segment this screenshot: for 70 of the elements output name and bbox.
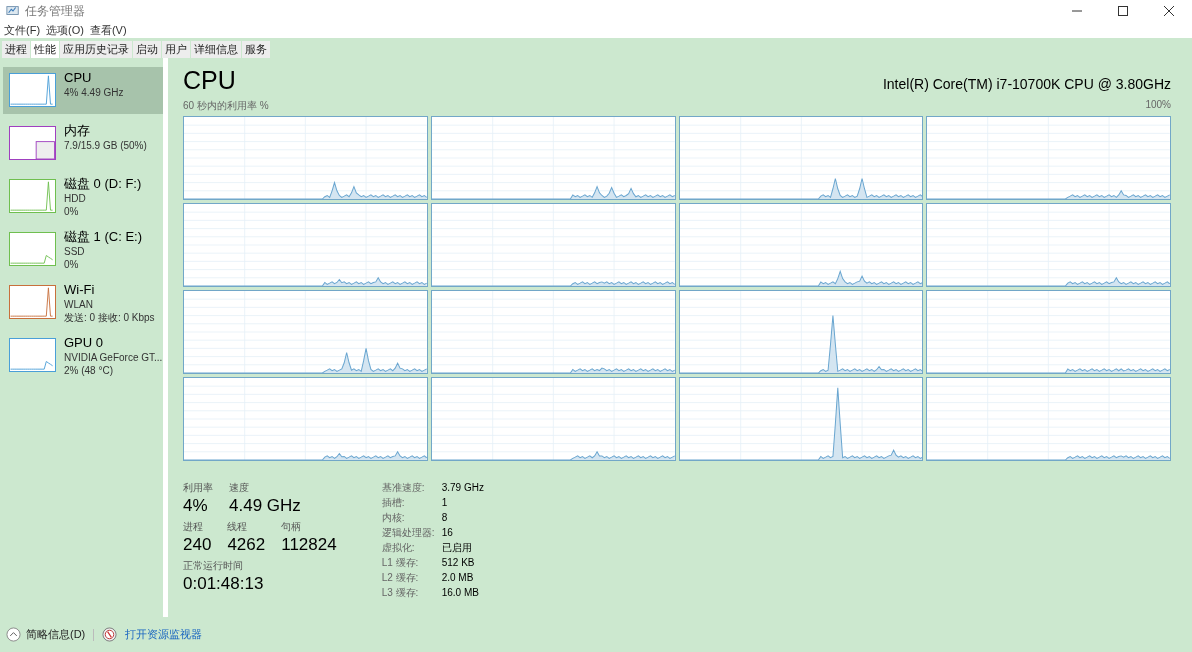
stat-label: 线程 bbox=[227, 520, 249, 534]
tab[interactable]: 进程 bbox=[2, 41, 30, 58]
menu-item[interactable]: 查看(V) bbox=[89, 22, 127, 38]
spec-label: 内核: bbox=[381, 511, 406, 525]
device-detail: 发送: 0 接收: 0 Kbps bbox=[64, 311, 155, 324]
spec-value: 16.0 MB bbox=[441, 586, 480, 600]
tab[interactable]: 用户 bbox=[162, 41, 190, 58]
stat-value: 4.49 GHz bbox=[229, 495, 301, 516]
spec-label: 插槽: bbox=[381, 496, 406, 510]
sidebar-item[interactable]: CPU 4% 4.49 GHz bbox=[3, 67, 163, 114]
device-detail: SSD bbox=[64, 245, 86, 258]
device-detail: 2% (48 °C) bbox=[64, 364, 114, 377]
device-detail: 0% bbox=[64, 205, 80, 218]
spec-value: 3.79 GHz bbox=[441, 481, 484, 495]
stat-label: 利用率 bbox=[183, 481, 213, 495]
spec-label: 逻辑处理器: bbox=[381, 526, 436, 540]
cpu-model: Intel(R) Core(TM) i7-10700K CPU @ 3.80GHz bbox=[882, 76, 1171, 92]
menu-item[interactable]: 选项(O) bbox=[46, 22, 84, 38]
stat-value: 4262 bbox=[227, 534, 266, 555]
device-name: GPU 0 bbox=[64, 335, 104, 351]
resource-monitor-icon bbox=[102, 627, 118, 642]
device-name: CPU bbox=[64, 70, 93, 86]
tab[interactable]: 详细信息 bbox=[191, 41, 241, 58]
stat-label: 句柄 bbox=[281, 520, 303, 534]
sidebar-item[interactable]: 磁盘 1 (C: E:) SSD 0% bbox=[3, 226, 163, 273]
device-name: Wi-Fi bbox=[64, 282, 96, 298]
stat-label: 速度 bbox=[229, 481, 250, 495]
device-detail: WLAN bbox=[64, 298, 94, 311]
spec-label: 基准速度: bbox=[381, 481, 426, 495]
device-detail: 4% 4.49 GHz bbox=[64, 86, 124, 99]
stat-value: 240 bbox=[183, 534, 212, 555]
chart-caption: 60 秒内的利用率 % bbox=[183, 99, 269, 113]
tab[interactable]: 性能 bbox=[31, 41, 59, 58]
device-detail: NVIDIA GeForce GT... bbox=[64, 351, 163, 364]
device-name: 磁盘 1 (C: E:) bbox=[64, 229, 142, 245]
tab[interactable]: 应用历史记录 bbox=[60, 41, 132, 58]
page-title: CPU bbox=[183, 66, 236, 95]
spec-value: 已启用 bbox=[441, 541, 473, 555]
window-title: 任务管理器 bbox=[25, 2, 85, 20]
resource-monitor-link[interactable]: 打开资源监视器 bbox=[125, 627, 203, 642]
sidebar-item[interactable]: GPU 0 NVIDIA GeForce GT... 2% (48 °C) bbox=[3, 332, 163, 379]
spec-value: 512 KB bbox=[441, 556, 476, 570]
device-detail: HDD bbox=[64, 192, 87, 205]
tab[interactable]: 服务 bbox=[242, 41, 270, 58]
spec-label: 虚拟化: bbox=[381, 541, 416, 555]
spec-value: 16 bbox=[441, 526, 454, 540]
tab[interactable]: 启动 bbox=[133, 41, 161, 58]
spec-value: 2.0 MB bbox=[441, 571, 475, 585]
sidebar-item[interactable]: 磁盘 0 (D: F:) HDD 0% bbox=[3, 173, 163, 220]
stat-label: 正常运行时间 bbox=[183, 559, 244, 573]
spec-label: L1 缓存: bbox=[381, 556, 420, 570]
device-name: 内存 bbox=[64, 123, 91, 139]
collapse-icon bbox=[6, 627, 21, 642]
stat-label: 进程 bbox=[183, 520, 204, 534]
stat-value: 112824 bbox=[281, 534, 337, 555]
app-icon bbox=[6, 4, 20, 18]
fewer-details-button[interactable]: 简略信息(D) bbox=[6, 627, 86, 642]
spec-label: L2 缓存: bbox=[381, 571, 420, 585]
device-name: 磁盘 0 (D: F:) bbox=[64, 176, 142, 192]
sidebar-item[interactable]: Wi-Fi WLAN 发送: 0 接收: 0 Kbps bbox=[3, 279, 163, 326]
spec-label: L3 缓存: bbox=[381, 586, 420, 600]
spec-value: 8 bbox=[441, 511, 449, 525]
spec-value: 1 bbox=[441, 496, 449, 510]
stat-value: 4% bbox=[183, 495, 209, 516]
chart-max-label: 100% bbox=[1145, 99, 1171, 112]
stat-value: 0:01:48:13 bbox=[183, 573, 264, 594]
sidebar-item[interactable]: 内存 7.9/15.9 GB (50%) bbox=[3, 120, 163, 167]
device-detail: 0% bbox=[64, 258, 80, 271]
device-detail: 7.9/15.9 GB (50%) bbox=[64, 139, 147, 152]
menu-item[interactable]: 文件(F) bbox=[4, 22, 41, 38]
